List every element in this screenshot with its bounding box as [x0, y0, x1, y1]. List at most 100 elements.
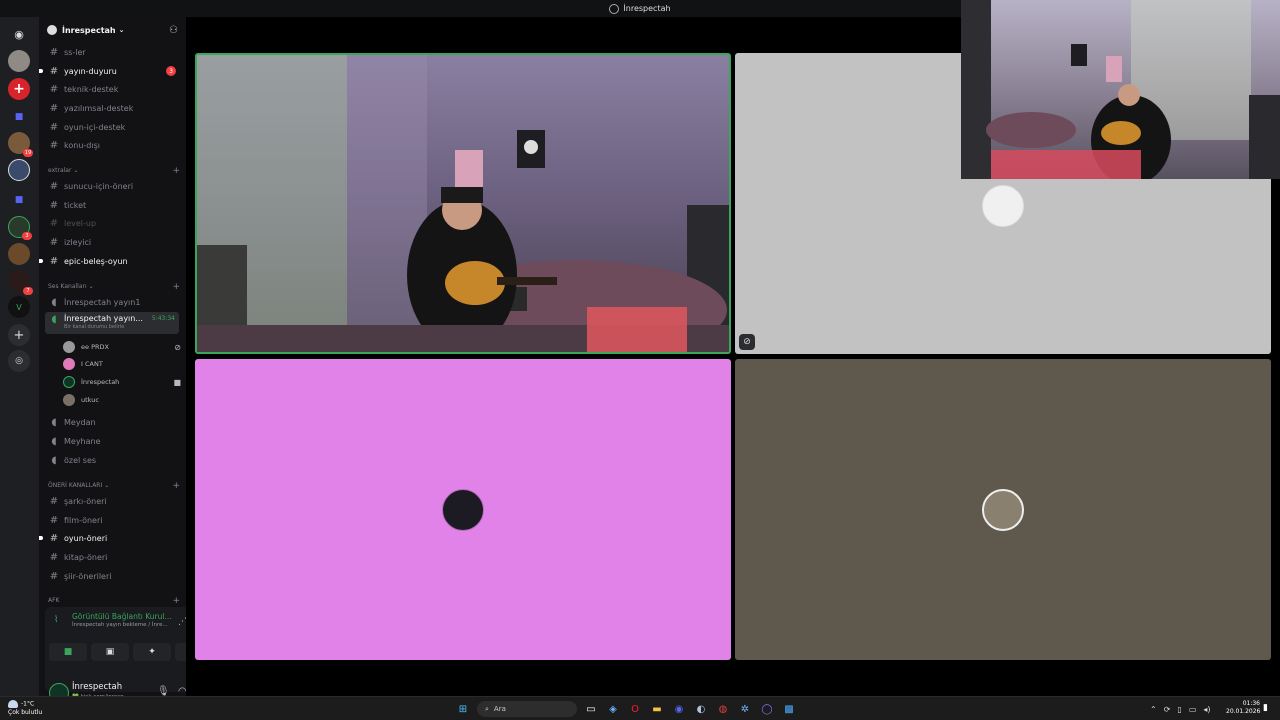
- channel-konu-disi[interactable]: # konu-dışı: [45, 137, 179, 153]
- channel-oyun-ici-destek[interactable]: # oyun-içi-destek: [45, 119, 179, 135]
- file-explorer-icon[interactable]: ▬: [649, 701, 665, 717]
- voice-user-name: utkuc: [81, 396, 99, 404]
- invite-people-icon[interactable]: ⚇: [169, 25, 178, 36]
- opera-icon[interactable]: O: [627, 701, 643, 717]
- app-icon[interactable]: ◍: [715, 701, 731, 717]
- taskbar-search[interactable]: ⌕ Ara: [477, 701, 577, 717]
- channel-siir-onerileri[interactable]: # şiir-önerileri: [45, 568, 179, 584]
- channel-kitap-oneri[interactable]: # kitap-öneri: [45, 549, 179, 565]
- server-header[interactable]: İnrespectah ⌄ ⚇: [39, 17, 186, 43]
- self-camera-preview[interactable]: [961, 0, 1280, 179]
- avatar: [63, 341, 75, 353]
- voice-user[interactable]: I CANT: [63, 357, 181, 371]
- server-icon-1[interactable]: [8, 50, 30, 72]
- folder-icon[interactable]: ■: [8, 189, 30, 211]
- sync-icon[interactable]: ⟳: [1164, 705, 1171, 714]
- channel-status-hint[interactable]: Bir kanal durumu belirle: [64, 324, 124, 330]
- category-extras[interactable]: extralar ⌄ +: [48, 166, 180, 176]
- channel-epic-beles-oyun[interactable]: # epic-beleş-oyun: [39, 253, 179, 269]
- app-icon[interactable]: ✲: [737, 701, 753, 717]
- video-tile-user-2[interactable]: [195, 359, 731, 660]
- channel-label: oyun-öneri: [64, 533, 108, 543]
- video-tile-camera[interactable]: [195, 53, 731, 354]
- server-icon-red-cross[interactable]: +: [8, 78, 30, 100]
- cloud-icon: [8, 700, 18, 708]
- search-icon: ⌕: [485, 704, 489, 713]
- chevron-down-icon: ⌄: [118, 26, 125, 34]
- server-icon-8[interactable]: [8, 243, 30, 265]
- voice-channel-path[interactable]: İnrespectah yayın bekleme / İnre...: [72, 622, 168, 628]
- channel-label: teknik-destek: [64, 84, 119, 94]
- channel-sarki-oneri[interactable]: # şarkı-öneri: [45, 493, 179, 509]
- category-suggestions[interactable]: ÖNERİ KANALLARI ⌄ +: [48, 481, 180, 491]
- server-icon-active[interactable]: 3: [8, 216, 32, 240]
- category-afk[interactable]: AFK +: [48, 596, 180, 606]
- system-tray: ⌃ ⟳ ▯ ▭ ◂): [1150, 700, 1211, 718]
- clock-date: 20.01.2026: [1226, 708, 1261, 715]
- voice-channel-ozel-ses[interactable]: ◖ özel ses: [45, 452, 179, 468]
- server-icon-5[interactable]: [8, 159, 30, 181]
- channel-ss-ler[interactable]: # ss-ler: [45, 44, 179, 60]
- channel-label: İnrespectah yayın1: [64, 297, 141, 307]
- create-channel-icon[interactable]: +: [172, 282, 180, 292]
- discord-home-icon[interactable]: ◉: [8, 23, 30, 45]
- speaker-icon: ◖: [51, 454, 57, 466]
- server-icon-10[interactable]: V: [8, 296, 30, 318]
- server-icon-9[interactable]: 7: [8, 270, 33, 295]
- voice-user[interactable]: ee PRDX ⊘: [63, 340, 181, 354]
- hash-icon: #: [49, 570, 59, 582]
- copilot-icon[interactable]: ◈: [605, 701, 621, 717]
- channel-level-up[interactable]: # level-up: [45, 215, 179, 231]
- create-channel-icon[interactable]: +: [172, 596, 180, 606]
- user-name[interactable]: İnrespectah: [72, 682, 122, 692]
- channel-ticket[interactable]: # ticket: [45, 197, 179, 213]
- video-icon: ■: [173, 377, 181, 387]
- add-server-icon[interactable]: +: [8, 324, 30, 346]
- voice-user[interactable]: utkuc: [63, 393, 181, 407]
- folder-icon[interactable]: ■: [8, 106, 30, 128]
- voice-channel-meyhane[interactable]: ◖ Meyhane: [45, 433, 179, 449]
- create-channel-icon[interactable]: +: [172, 481, 180, 491]
- voice-channel-active[interactable]: ◖ İnrespectah yayın... 5:43:34 Bir kanal…: [45, 312, 179, 334]
- activities-button[interactable]: ✦: [133, 643, 171, 661]
- channel-yayin-duyuru[interactable]: # yayın-duyuru 3: [39, 63, 179, 79]
- hash-icon: #: [49, 495, 59, 507]
- volume-icon[interactable]: ◂): [1203, 705, 1210, 714]
- weather-widget[interactable]: -1°C Çok bulutlu: [8, 700, 42, 717]
- clock[interactable]: 01:36 20.01.2026: [1226, 700, 1260, 716]
- discord-window: İnrespectah ◉ + ■ 19 ■ 3 7 V + ◎ İnrespe…: [0, 0, 1280, 720]
- channel-film-oneri[interactable]: # film-öneri: [45, 512, 179, 528]
- voice-channel-yayin1[interactable]: ◖ İnrespectah yayın1: [45, 294, 179, 310]
- channel-oyun-oneri[interactable]: # oyun-öneri: [39, 530, 179, 546]
- network-icon[interactable]: ▭: [1189, 705, 1197, 714]
- app-icon[interactable]: ◯: [759, 701, 775, 717]
- channel-sunucu-icin-oneri[interactable]: # sunucu-için-öneri: [45, 178, 179, 194]
- channel-yazilimsal-destek[interactable]: # yazılımsal-destek: [45, 100, 179, 116]
- category-voice[interactable]: Ses Kanalları ⌄ +: [48, 282, 180, 292]
- app-icon[interactable]: ▩: [781, 701, 797, 717]
- video-tile-user-3[interactable]: [735, 359, 1271, 660]
- discover-icon[interactable]: ◎: [8, 350, 30, 372]
- channel-label: İnrespectah yayın...: [64, 314, 143, 323]
- voice-user[interactable]: İnrespectah ■: [63, 375, 181, 389]
- screen-share-button[interactable]: ▣: [91, 643, 129, 661]
- app-tray-icon[interactable]: ▯: [1177, 705, 1181, 714]
- channel-label: yayın-duyuru: [64, 66, 117, 76]
- windows-start-icon[interactable]: ⊞: [455, 701, 471, 717]
- chevron-up-icon[interactable]: ⌃: [1150, 705, 1157, 714]
- task-view-icon[interactable]: ▭: [583, 701, 599, 717]
- notification-icon[interactable]: ▮: [1263, 703, 1268, 713]
- unread-indicator: [39, 536, 43, 540]
- server-icon-4[interactable]: 19: [8, 132, 33, 157]
- voice-channel-meydan[interactable]: ◖ Meydan: [45, 414, 179, 430]
- discord-taskbar-icon[interactable]: ◉: [671, 701, 687, 717]
- channel-teknik-destek[interactable]: # teknik-destek: [45, 81, 179, 97]
- channel-label: Meyhane: [64, 436, 101, 446]
- signal-icon[interactable]: ⌇: [54, 615, 58, 625]
- unread-indicator: [39, 69, 43, 73]
- camera-button[interactable]: ■: [49, 643, 87, 661]
- create-channel-icon[interactable]: +: [172, 166, 180, 176]
- chevron-down-icon: ⌄: [73, 167, 79, 174]
- steam-icon[interactable]: ◐: [693, 701, 709, 717]
- channel-izleyici[interactable]: # izleyici: [45, 234, 179, 250]
